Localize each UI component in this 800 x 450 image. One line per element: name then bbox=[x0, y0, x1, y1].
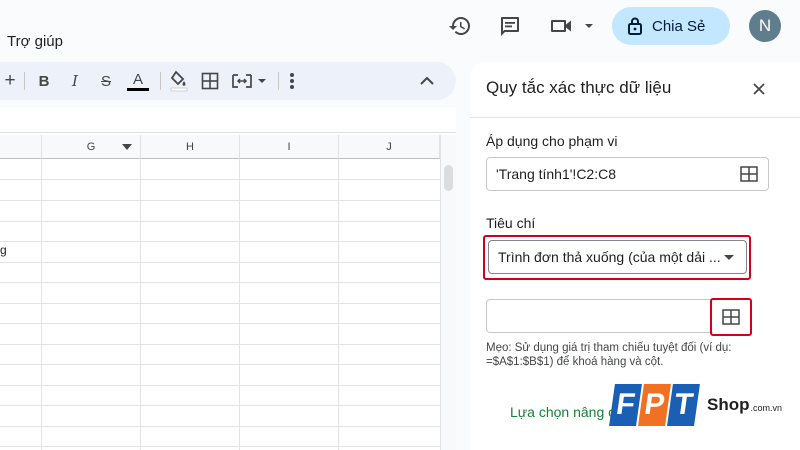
range-input[interactable]: 'Trang tính1'!C2:C8 bbox=[486, 157, 769, 191]
select-data-range-icon[interactable] bbox=[722, 309, 740, 325]
scrollbar-thumb[interactable] bbox=[444, 165, 453, 191]
share-label: Chia Sẻ bbox=[652, 17, 706, 35]
formula-bar[interactable] bbox=[0, 107, 456, 133]
advanced-options-link[interactable]: Lựa chọn nâng c bbox=[510, 404, 615, 420]
borders-icon[interactable] bbox=[198, 68, 222, 94]
formatting-toolbar: + B I S A bbox=[0, 62, 456, 100]
spreadsheet-grid: G H I J g bbox=[0, 107, 456, 450]
filter-dropdown-icon[interactable] bbox=[122, 144, 132, 150]
avatar[interactable]: N bbox=[749, 10, 781, 42]
column-label-g: G bbox=[86, 140, 96, 153]
grid-line bbox=[0, 364, 440, 365]
italic-button[interactable]: I bbox=[65, 68, 85, 94]
criteria-label: Tiêu chí bbox=[486, 215, 536, 231]
text-color-swatch bbox=[127, 87, 149, 91]
grid-line bbox=[0, 303, 440, 304]
meet-video-icon[interactable] bbox=[546, 10, 596, 42]
spreadsheet-window: Trợ giúp Chia Sẻ N + B I S A G H I J g Q… bbox=[0, 0, 800, 450]
bold-button[interactable]: B bbox=[34, 68, 54, 94]
grid-line bbox=[0, 179, 440, 180]
column-header-partial[interactable] bbox=[0, 135, 42, 159]
logo-letter-f: F bbox=[609, 384, 642, 426]
grid-line bbox=[41, 159, 42, 450]
grid-line bbox=[0, 221, 440, 222]
close-icon[interactable] bbox=[746, 76, 772, 102]
text-color-letter: A bbox=[132, 70, 143, 88]
grid-line bbox=[239, 159, 240, 450]
range-label: Áp dụng cho phạm vi bbox=[486, 133, 618, 149]
grid-line bbox=[0, 323, 440, 324]
panel-title: Quy tắc xác thực dữ liệu bbox=[486, 78, 672, 97]
app-header: Trợ giúp Chia Sẻ N bbox=[0, 0, 800, 60]
merge-cells-icon[interactable] bbox=[230, 68, 270, 94]
range-value: 'Trang tính1'!C2:C8 bbox=[496, 166, 616, 182]
version-history-icon[interactable] bbox=[444, 10, 476, 42]
fpt-shop-logo: F P T Shop .com.vn bbox=[609, 380, 783, 430]
toolbar-divider bbox=[278, 72, 279, 90]
column-label-i: I bbox=[287, 140, 291, 153]
text-color-button[interactable]: A bbox=[126, 68, 150, 94]
grid-line bbox=[0, 405, 440, 406]
collapse-toolbar-icon[interactable] bbox=[414, 68, 440, 94]
panel-divider bbox=[470, 117, 800, 118]
logo-letter-t: T bbox=[667, 384, 700, 426]
comment-icon[interactable] bbox=[494, 10, 526, 42]
column-header-h[interactable]: H bbox=[141, 135, 240, 159]
grid-line bbox=[0, 426, 440, 427]
grid-line bbox=[0, 385, 440, 386]
grid-line bbox=[0, 241, 440, 242]
column-header-g[interactable]: G bbox=[42, 135, 141, 159]
grid-line bbox=[338, 159, 339, 450]
select-range-icon[interactable] bbox=[740, 166, 758, 182]
vertical-scrollbar[interactable] bbox=[440, 135, 456, 450]
grid-line bbox=[0, 262, 440, 263]
grid-line bbox=[140, 159, 141, 450]
grid-line bbox=[0, 446, 440, 447]
criteria-value: Trình đơn thả xuống (của một dải ... bbox=[498, 249, 721, 265]
tip-text: Mẹo: Sử dụng giá trị tham chiếu tuyệt đố… bbox=[486, 342, 732, 368]
cell-text-partial[interactable]: g bbox=[0, 243, 7, 257]
share-button[interactable]: Chia Sẻ bbox=[612, 7, 730, 45]
column-label-j: J bbox=[386, 140, 392, 153]
column-label-h: H bbox=[186, 140, 194, 153]
strikethrough-button[interactable]: S bbox=[96, 68, 116, 94]
grid-line bbox=[0, 200, 440, 201]
dropdown-range-input[interactable] bbox=[486, 299, 713, 333]
logo-shop-text: Shop bbox=[707, 395, 750, 414]
logo-domain-text: .com.vn bbox=[750, 402, 783, 413]
criteria-dropdown[interactable]: Trình đơn thả xuống (của một dải ... bbox=[488, 240, 747, 274]
grid-line bbox=[0, 282, 440, 283]
insert-button[interactable]: + bbox=[2, 68, 18, 94]
dropdown-caret-icon bbox=[724, 255, 734, 260]
fill-color-icon[interactable] bbox=[167, 68, 191, 94]
menu-help[interactable]: Trợ giúp bbox=[7, 33, 63, 50]
column-header-i[interactable]: I bbox=[240, 135, 339, 159]
more-options-icon[interactable] bbox=[284, 68, 300, 94]
grid-line bbox=[0, 344, 440, 345]
logo-letter-p: P bbox=[638, 384, 671, 426]
toolbar-divider bbox=[160, 72, 161, 90]
toolbar-divider bbox=[24, 72, 25, 90]
column-header-j[interactable]: J bbox=[339, 135, 440, 159]
lock-icon bbox=[628, 17, 642, 35]
